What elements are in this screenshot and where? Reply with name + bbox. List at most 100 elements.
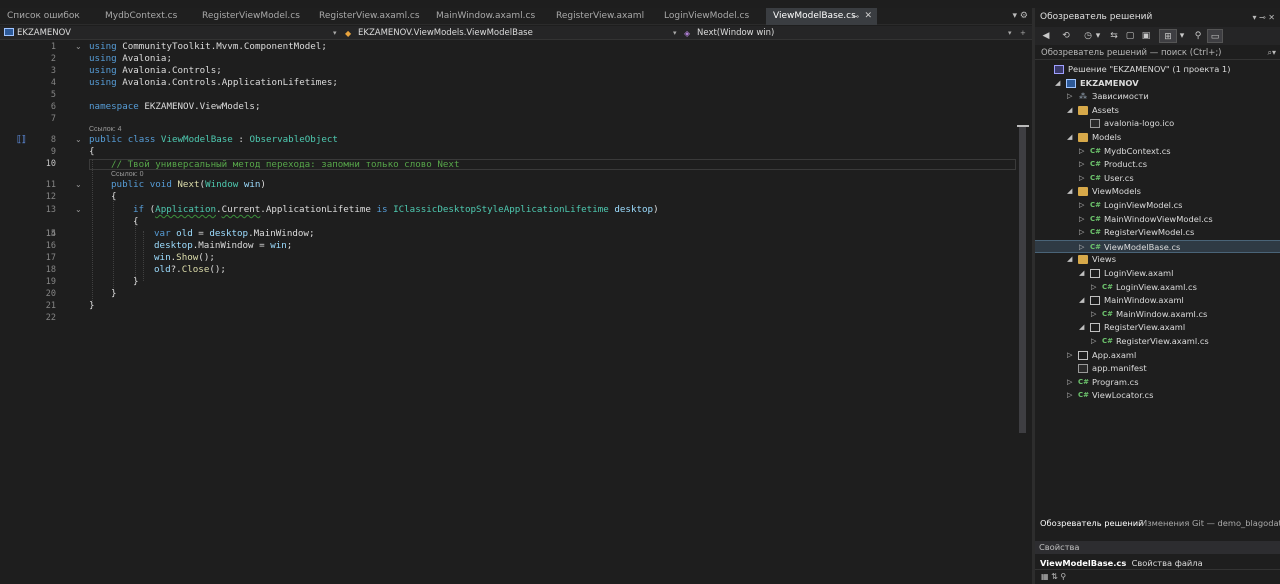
editor-vertical-scrollbar[interactable] [1017,41,1029,584]
tree-item[interactable]: app.manifest [1035,362,1280,375]
codelens-marker-icon[interactable]: ⟦⟧ [17,135,26,146]
collapse-all-icon[interactable]: ⇆ [1107,29,1121,43]
tree-item[interactable]: ◢ EKZAMENOV [1035,77,1280,90]
back-icon[interactable]: ◀ [1039,29,1053,43]
panel-window-controls-icon[interactable]: ▾ ⊸ ✕ [1252,8,1275,27]
codelens-references[interactable]: Ссылок: 4 [89,126,122,133]
caret-position-marker [1017,125,1029,127]
collapse-arrow-icon[interactable]: ◢ [1067,185,1072,198]
code-token: namespace [89,101,139,112]
tree-item[interactable]: ▷ C# ViewLocator.cs [1035,389,1280,402]
fold-toggle-icon[interactable]: ⌄ [75,205,82,214]
properties-toolbar-icon[interactable]: ▦ ⇅ ⚲ [1035,572,1280,584]
tree-item[interactable]: ▷ C# RegisterViewModel.cs [1035,226,1280,239]
project-dropdown[interactable]: EKZAMENOV [4,26,340,40]
chevron-down-icon[interactable]: ▾ [1008,26,1012,40]
tree-item[interactable]: ◢ Assets [1035,104,1280,117]
line-number: 18 [45,265,56,275]
tab-error-list[interactable]: Список ошибок [0,8,100,25]
preview-icon[interactable]: ▭ [1207,29,1223,43]
tree-item[interactable]: ▷ C# Product.cs [1035,158,1280,171]
expand-arrow-icon[interactable]: ▷ [1091,308,1096,321]
member-dropdown[interactable]: ◈ Next(Window win) [684,26,1004,40]
collapse-arrow-icon[interactable]: ◢ [1079,321,1084,334]
scrollbar-thumb[interactable] [1019,125,1026,433]
tree-item[interactable]: ◢ MainWindow.axaml [1035,294,1280,307]
search-icon[interactable]: ⌕▾ [1268,46,1277,60]
add-split-icon[interactable]: + [1020,26,1026,40]
tab-mydbcontext[interactable]: MydbContext.cs [98,8,196,25]
sync-icon[interactable]: ⟲ [1059,29,1073,43]
tab-overflow-settings-icon[interactable]: ▾ ⚙ [1013,8,1028,25]
tab-git-changes[interactable]: Изменения Git — demo_blagodat [1141,516,1280,531]
tree-item[interactable]: ◢ LoginView.axaml [1035,267,1280,280]
tree-item[interactable]: ▷ C# Program.cs [1035,376,1280,389]
explorer-search-input[interactable]: Обозреватель решений — поиск (Ctrl+;) ⌕▾ [1035,46,1280,60]
tree-item[interactable]: ▷ C# User.cs [1035,172,1280,185]
tab-solution-explorer[interactable]: Обозреватель решений [1040,516,1144,531]
collapse-arrow-icon[interactable]: ◢ [1079,294,1084,307]
codelens-references[interactable]: Ссылок: 0 [111,171,144,178]
tab-mainwindow-axaml-cs[interactable]: MainWindow.axaml.cs [429,8,547,25]
expand-arrow-icon[interactable]: ▷ [1091,335,1096,348]
tree-item[interactable]: ▷ App.axaml [1035,349,1280,362]
chevron-down-icon[interactable]: ▾ [673,26,677,40]
tree-item[interactable]: ▷ ⁂ Зависимости [1035,90,1280,103]
collapse-arrow-icon[interactable]: ◢ [1079,267,1084,280]
copy-icon[interactable]: ▣ [1139,29,1153,43]
tree-item[interactable]: avalonia-logo.ico [1035,117,1280,130]
expand-arrow-icon[interactable]: ▷ [1079,158,1084,171]
filter-icon[interactable]: ⊞ [1159,29,1177,43]
tree-item[interactable]: ◢ RegisterView.axaml [1035,321,1280,334]
code-editor[interactable]: ⟦⟧ 1 2 3 4 5 6 7 8 9 10 11 12 13 14 14 1… [0,41,1032,584]
tree-item[interactable]: ◢ Views [1035,253,1280,266]
tree-item[interactable]: ▷ C# LoginView.axaml.cs [1035,281,1280,294]
tree-item-label: Зависимости [1092,91,1149,102]
tab-registerview-axaml[interactable]: RegisterView.axaml [549,8,657,25]
tree-item[interactable]: ▷ C# MydbContext.cs [1035,145,1280,158]
expand-arrow-icon[interactable]: ▷ [1079,145,1084,158]
wrench-icon[interactable]: ⚲ [1191,29,1205,43]
fold-toggle-icon[interactable]: ⌄ [75,135,82,144]
tree-item[interactable]: ▷ C# MainWindowViewModel.cs [1035,213,1280,226]
tree-item[interactable]: ▷ C# ViewModelBase.cs [1035,239,1280,254]
type-dropdown[interactable]: ◆ EKZAMENOV.ViewModels.ViewModelBase [345,26,675,40]
line-number: 17 [45,253,56,263]
collapse-arrow-icon[interactable]: ◢ [1067,104,1072,117]
properties-object-selector[interactable]: ViewModelBase.cs Свойства файла [1035,556,1280,570]
tab-viewmodelbase[interactable]: ViewModelBase.cs ⊸ ✕ [766,8,877,25]
expand-arrow-icon[interactable]: ▷ [1067,349,1072,362]
collapse-arrow-icon[interactable]: ◢ [1067,253,1072,266]
fold-toggle-icon[interactable]: ⌄ [75,180,82,189]
tab-registerview-axaml-cs[interactable]: RegisterView.axaml.cs [312,8,430,25]
expand-arrow-icon[interactable]: ▷ [1067,376,1072,389]
close-icon[interactable]: ✕ [864,8,872,25]
expand-arrow-icon[interactable]: ▷ [1079,213,1084,226]
tree-item[interactable]: ◢ Models [1035,131,1280,144]
fold-toggle-icon[interactable]: ⌄ [75,42,82,51]
expand-arrow-icon[interactable]: ▷ [1091,281,1096,294]
collapse-arrow-icon[interactable]: ◢ [1067,131,1072,144]
tree-item[interactable]: ▷ C# LoginViewModel.cs [1035,199,1280,212]
tab-loginviewmodel[interactable]: LoginViewModel.cs [657,8,765,25]
expand-arrow-icon[interactable]: ▷ [1067,90,1072,103]
tree-item[interactable]: ◢ ViewModels [1035,185,1280,198]
show-all-files-icon[interactable]: ▢ [1123,29,1137,43]
collapse-arrow-icon[interactable]: ◢ [1055,77,1060,90]
tree-item[interactable]: ▷ C# RegisterView.axaml.cs [1035,335,1280,348]
expand-arrow-icon[interactable]: ▷ [1079,199,1084,212]
expand-arrow-icon[interactable]: ▷ [1079,172,1084,185]
chevron-down-icon[interactable]: ▾ [333,26,337,40]
expand-arrow-icon[interactable]: ▷ [1079,226,1084,239]
chevron-down-icon[interactable]: ▾ [1094,29,1102,43]
expand-arrow-icon[interactable]: ▷ [1067,389,1072,402]
tree-item[interactable]: ▷ C# MainWindow.axaml.cs [1035,308,1280,321]
tab-registerviewmodel[interactable]: RegisterViewModel.cs [195,8,313,25]
expand-arrow-icon[interactable]: ▷ [1079,241,1084,254]
code-line: old?.Close(); [154,264,226,275]
chevron-down-icon[interactable]: ▾ [1178,29,1186,43]
pin-icon[interactable]: ⊸ [852,8,859,25]
pending-changes-icon[interactable]: ◷ [1081,29,1095,43]
indent-guide [113,196,114,292]
tree-item[interactable]: Решение "EKZAMENOV" (1 проекта 1) [1035,63,1280,76]
